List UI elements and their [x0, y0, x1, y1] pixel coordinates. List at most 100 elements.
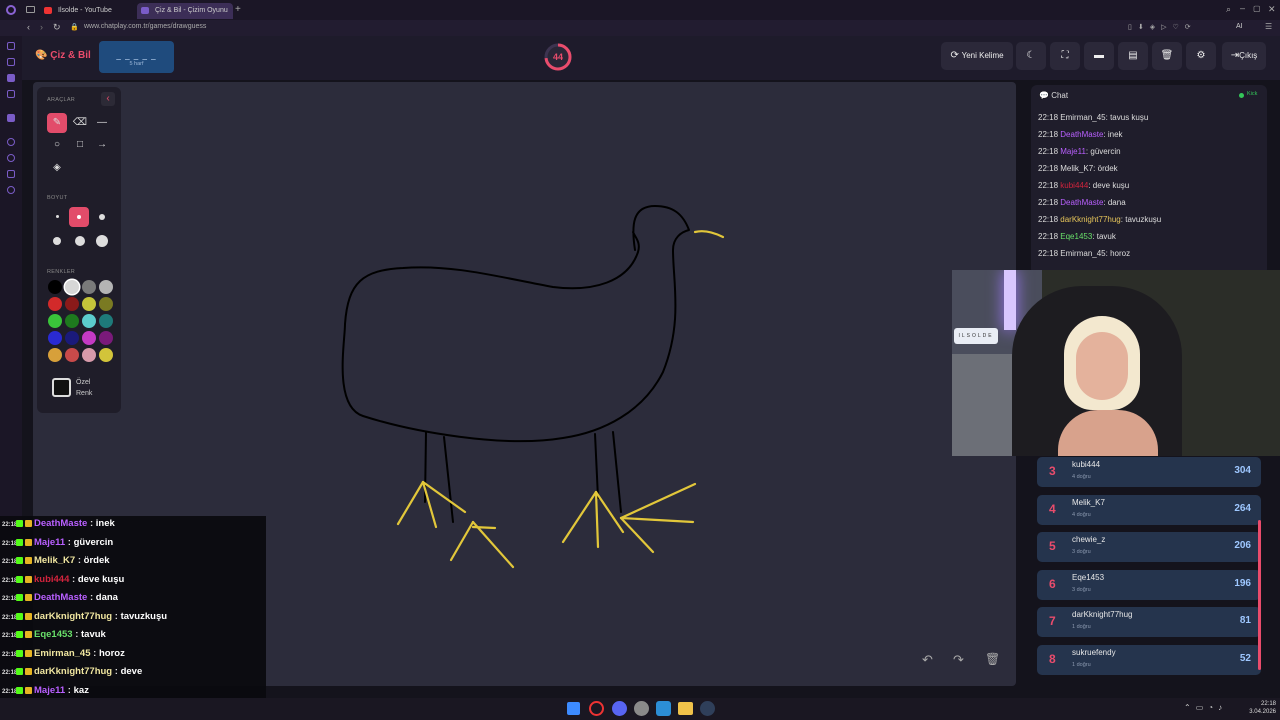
- overlay-chat-username[interactable]: Melik_K7: [34, 555, 75, 566]
- close-icon[interactable]: ✕: [1268, 4, 1276, 15]
- leaderboard-row[interactable]: 7 darKknight77hug 1 doğru 81: [1037, 607, 1261, 637]
- new-tab-icon[interactable]: +: [235, 4, 241, 15]
- sidebar-clock-icon[interactable]: [7, 154, 15, 162]
- color-swatch[interactable]: [82, 297, 96, 311]
- size-1[interactable]: [56, 215, 59, 218]
- steam-taskbar-icon[interactable]: [700, 701, 715, 716]
- sidebar-messenger-icon[interactable]: [7, 74, 15, 82]
- forward-icon[interactable]: ›: [40, 22, 43, 32]
- back-icon[interactable]: ‹: [27, 22, 30, 32]
- leaderboard-row[interactable]: 5 chewie_z 3 doğru 206: [1037, 532, 1261, 562]
- folder-taskbar-icon[interactable]: [678, 702, 693, 715]
- system-tray-icons[interactable]: ⌃▭◔♪: [1184, 703, 1227, 712]
- color-swatch[interactable]: [82, 314, 96, 328]
- app-taskbar-icon[interactable]: [634, 701, 649, 716]
- color-swatch[interactable]: [99, 314, 113, 328]
- chat-username[interactable]: Melik_K7: [1060, 164, 1093, 173]
- color-swatch[interactable]: [65, 297, 79, 311]
- circle-tool-icon[interactable]: ○: [47, 135, 67, 155]
- overlay-chat-username[interactable]: kubi444: [34, 574, 69, 585]
- opera-logo-icon[interactable]: [6, 5, 16, 15]
- opera-taskbar-icon[interactable]: [589, 701, 604, 716]
- chat-username[interactable]: Emirman_45: [1060, 113, 1105, 122]
- system-clock[interactable]: 22:18 3.04.2026: [1240, 700, 1276, 716]
- overlay-chat-username[interactable]: darKknight77hug: [34, 611, 112, 622]
- overlay-chat-username[interactable]: Emirman_45: [34, 648, 91, 659]
- size-5[interactable]: [75, 236, 85, 246]
- sidebar-music-icon[interactable]: [7, 90, 15, 98]
- sidebar-history-icon[interactable]: [7, 138, 15, 146]
- size-2-selected[interactable]: [69, 207, 89, 227]
- color-swatch[interactable]: [82, 331, 96, 345]
- url-text[interactable]: www.chatplay.com.tr/games/drawguess: [84, 23, 206, 30]
- collapse-panel-icon[interactable]: ‹: [101, 92, 115, 106]
- size-3[interactable]: [99, 214, 105, 220]
- settings-button[interactable]: ⚙: [1186, 42, 1216, 70]
- menu-icon[interactable]: ☰: [1265, 22, 1272, 31]
- overlay-chat-username[interactable]: Eqe1453: [34, 629, 73, 640]
- maximize-icon[interactable]: ▢: [1253, 4, 1261, 13]
- color-swatch[interactable]: [99, 348, 113, 362]
- sidebar-home-icon[interactable]: [7, 42, 15, 50]
- color-swatch[interactable]: [82, 280, 96, 294]
- search-tabs-icon[interactable]: ⌕: [1226, 4, 1231, 15]
- pencil-tool-icon[interactable]: ✎: [47, 113, 67, 133]
- reload-icon[interactable]: ↻: [53, 22, 61, 33]
- chat-username[interactable]: DeathMaste: [1060, 198, 1103, 207]
- chat-username[interactable]: darKknight77hug: [1060, 215, 1121, 224]
- windows-start-icon[interactable]: [567, 702, 580, 715]
- sidebar-settings-icon[interactable]: [7, 186, 15, 194]
- custom-color-swatch[interactable]: [52, 378, 71, 397]
- color-swatch[interactable]: [82, 348, 96, 362]
- color-swatch[interactable]: [48, 280, 62, 294]
- tab-overview-icon[interactable]: [26, 6, 35, 13]
- color-swatch[interactable]: [99, 280, 113, 294]
- overlay-chat-username[interactable]: DeathMaste: [34, 518, 87, 529]
- leaderboard-row[interactable]: 6 Eqe1453 3 doğru 196: [1037, 569, 1261, 600]
- arrow-tool-icon[interactable]: →: [92, 135, 112, 155]
- new-word-button[interactable]: ⟳ Yeni Kelime: [941, 42, 1013, 70]
- chat-username[interactable]: DeathMaste: [1060, 130, 1103, 139]
- chat-username[interactable]: kubi444: [1060, 181, 1088, 190]
- sidebar-twitch-icon[interactable]: [7, 114, 15, 122]
- dark-mode-button[interactable]: ☾: [1016, 42, 1046, 70]
- sidebar-bookmark-icon[interactable]: [7, 58, 15, 66]
- chat-username[interactable]: Emirman_45: [1060, 249, 1105, 258]
- line-tool-icon[interactable]: —: [92, 113, 112, 133]
- color-swatch[interactable]: [99, 331, 113, 345]
- eraser-tool-icon[interactable]: ⌫: [70, 113, 90, 133]
- keyboard-button[interactable]: ▬: [1084, 42, 1114, 70]
- color-swatch[interactable]: [48, 348, 62, 362]
- overlay-chat-username[interactable]: darKknight77hug: [34, 666, 112, 677]
- tab-youtube[interactable]: Ilsolde - YouTube: [40, 3, 136, 19]
- tab-ciz-bil[interactable]: Çiz & Bil - Çizim Oyunu: [137, 3, 233, 19]
- color-swatch[interactable]: [65, 348, 79, 362]
- leaderboard-row[interactable]: 8 sukruefendy 1 doğru 52: [1037, 644, 1261, 675]
- chat-username[interactable]: Eqe1453: [1060, 232, 1092, 241]
- size-6[interactable]: [96, 235, 108, 247]
- undo-icon[interactable]: ↶: [922, 652, 933, 668]
- color-swatch[interactable]: [48, 297, 62, 311]
- color-swatch[interactable]: [65, 280, 79, 294]
- chat-username[interactable]: Maje11: [1060, 147, 1086, 156]
- toolbar-icons[interactable]: ▯⬇◈▷♡⟳: [1128, 23, 1197, 31]
- archive-button[interactable]: ▤: [1118, 42, 1148, 70]
- app-logo[interactable]: 🎨 Çiz & Bil: [35, 50, 91, 61]
- color-swatch[interactable]: [65, 331, 79, 345]
- leaderboard-row[interactable]: 3 kubi444 4 doğru 304: [1037, 457, 1261, 487]
- size-4[interactable]: [53, 237, 61, 245]
- rectangle-tool-icon[interactable]: □: [70, 135, 90, 155]
- overlay-chat-username[interactable]: Maje11: [34, 537, 65, 548]
- color-swatch[interactable]: [48, 331, 62, 345]
- delete-button[interactable]: 🗑: [1152, 42, 1182, 70]
- ai-button[interactable]: AI: [1236, 23, 1243, 30]
- color-swatch[interactable]: [48, 314, 62, 328]
- fullscreen-button[interactable]: ⛶: [1050, 42, 1080, 70]
- overlay-chat-username[interactable]: Maje11: [34, 685, 65, 696]
- fill-bucket-icon[interactable]: ◈: [47, 158, 67, 178]
- overlay-chat-username[interactable]: DeathMaste: [34, 592, 87, 603]
- clear-canvas-icon[interactable]: 🗑: [985, 652, 1000, 666]
- exit-button[interactable]: ⇥Çıkış: [1222, 42, 1266, 70]
- obs-taskbar-icon[interactable]: [656, 701, 671, 716]
- sidebar-extensions-icon[interactable]: [7, 170, 15, 178]
